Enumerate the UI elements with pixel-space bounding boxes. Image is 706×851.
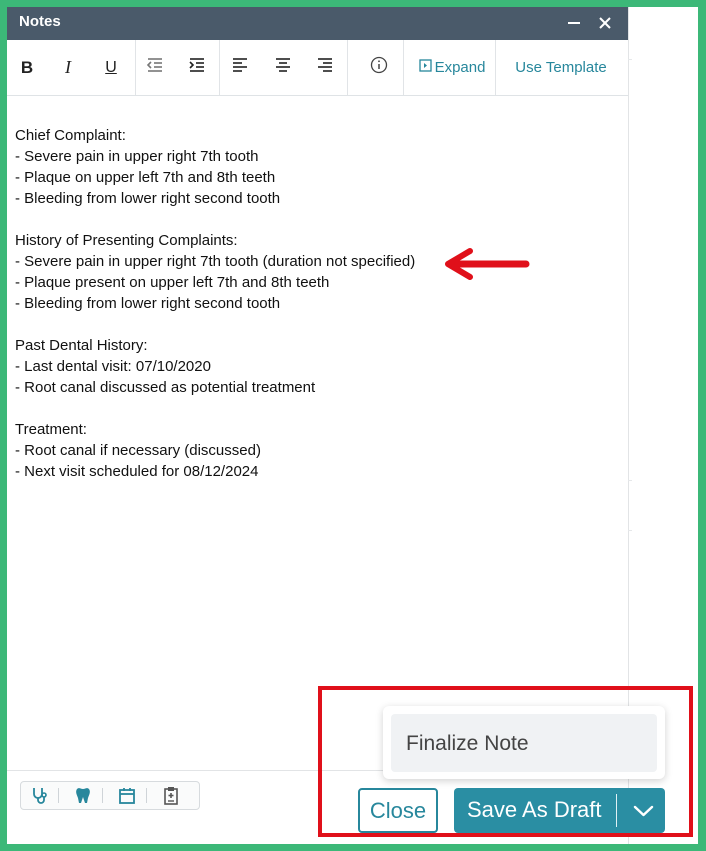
note-line: Treatment: (15, 421, 87, 438)
expand-icon (418, 58, 432, 77)
calendar-icon[interactable] (117, 786, 137, 805)
note-line: - Plaque on upper left 7th and 8th teeth (15, 169, 276, 186)
bold-button[interactable]: B (12, 40, 42, 95)
toolbar-divider (495, 40, 496, 95)
strip-divider (58, 788, 59, 803)
note-editor[interactable]: Chief Complaint: - Severe pain in upper r… (15, 125, 615, 482)
note-line: - Plaque present on upper left 7th and 8… (15, 274, 330, 291)
align-center-button[interactable] (268, 40, 298, 95)
save-as-draft-button[interactable]: Save As Draft (454, 788, 665, 833)
note-line: - Root canal if necessary (discussed) (15, 442, 261, 459)
toolbar-divider (403, 40, 404, 95)
toolbar-divider (347, 40, 348, 95)
info-icon (370, 56, 388, 79)
underline-icon: U (105, 58, 117, 76)
note-blank-line (15, 209, 615, 230)
close-window-button[interactable] (594, 11, 616, 35)
side-panel-edge (628, 480, 632, 481)
finalize-note-option[interactable]: Finalize Note (391, 714, 657, 772)
note-line: - Severe pain in upper right 7th tooth (… (15, 253, 416, 270)
italic-button[interactable]: I (53, 40, 83, 95)
indent-button[interactable] (182, 40, 212, 95)
split-button-divider (616, 794, 617, 827)
tooth-icon[interactable] (73, 786, 93, 805)
save-as-draft-label: Save As Draft (467, 797, 602, 822)
minimize-button[interactable] (563, 11, 585, 35)
chevron-down-icon (622, 805, 665, 837)
stethoscope-icon[interactable] (30, 786, 50, 805)
note-line: History of Presenting Complaints: (15, 232, 238, 249)
note-line: - Next visit scheduled for 08/12/2024 (15, 463, 259, 480)
expand-button[interactable]: Expand (411, 40, 493, 95)
align-center-icon (274, 57, 292, 78)
note-line: - Bleeding from lower right second tooth (15, 190, 281, 207)
toolbar-divider (219, 40, 220, 95)
bold-icon: B (20, 57, 34, 77)
use-template-label: Use Template (515, 59, 607, 76)
strip-divider (102, 788, 103, 803)
align-left-icon (231, 57, 249, 78)
note-line: Past Dental History: (15, 337, 148, 354)
formatting-toolbar: B I U Expand Use Template (7, 40, 628, 96)
close-button[interactable]: Close (358, 788, 438, 833)
italic-icon: I (65, 57, 71, 77)
note-line: - Severe pain in upper right 7th tooth (15, 148, 259, 165)
note-line: - Root canal discussed as potential trea… (15, 379, 316, 396)
note-line: - Last dental visit: 07/10/2020 (15, 358, 211, 375)
finalize-note-label: Finalize Note (406, 732, 529, 755)
save-options-toggle[interactable] (622, 788, 665, 833)
outdent-button[interactable] (140, 40, 170, 95)
clinical-icon-strip (20, 781, 200, 810)
align-left-button[interactable] (225, 40, 255, 95)
toolbar-divider (135, 40, 136, 95)
note-line: Chief Complaint: (15, 127, 126, 144)
indent-icon (188, 57, 206, 78)
align-right-icon (316, 57, 334, 78)
title-bar: Notes (7, 7, 628, 40)
note-blank-line (15, 314, 615, 335)
minimize-icon (563, 11, 585, 35)
strip-divider (146, 788, 147, 803)
info-button[interactable] (364, 40, 394, 95)
side-panel-edge (628, 59, 632, 60)
note-line: - Bleeding from lower right second tooth (15, 295, 281, 312)
expand-label: Expand (434, 59, 486, 76)
align-right-button[interactable] (310, 40, 340, 95)
use-template-button[interactable]: Use Template (505, 40, 617, 95)
side-panel-edge (628, 530, 632, 531)
save-options-menu: Finalize Note (383, 706, 665, 779)
underline-button[interactable]: U (96, 40, 126, 95)
window-title: Notes (19, 13, 61, 30)
close-icon (594, 11, 616, 35)
note-blank-line (15, 398, 615, 419)
outdent-icon (146, 57, 164, 78)
clipboard-icon[interactable] (161, 786, 181, 805)
